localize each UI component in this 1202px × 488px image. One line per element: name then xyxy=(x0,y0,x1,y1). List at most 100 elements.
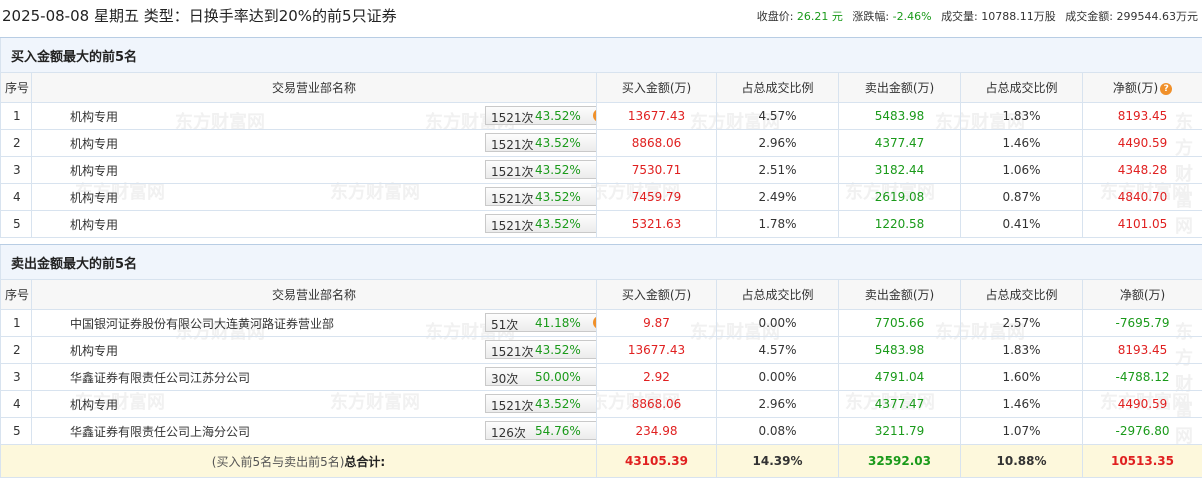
column-header: 买入金额(万) xyxy=(596,72,717,103)
sell-amount: 2619.08 xyxy=(838,183,961,211)
buy-amount: 234.98 xyxy=(596,417,717,445)
column-header: 卖出金额(万) xyxy=(838,72,961,103)
section-title: 卖出金额最大的前5名 xyxy=(0,244,1202,280)
table-row: 2 机构专用 1521次 43.52% 8868.06 2.96% 4377.4… xyxy=(0,129,1202,157)
buy-percent: 1.78% xyxy=(716,210,839,238)
sell-amount: 7705.66 xyxy=(838,309,961,337)
win-rate: 43.52% xyxy=(535,397,581,411)
win-rate: 50.00% xyxy=(535,370,581,384)
win-rate: 43.52% xyxy=(535,343,581,357)
broker-stats-button[interactable]: 126次 54.76% xyxy=(485,421,596,440)
row-index: 5 xyxy=(0,210,32,238)
broker-name-link[interactable]: 机构专用 xyxy=(70,137,118,151)
sell-percent: 1.83% xyxy=(960,102,1083,130)
sell-percent: 1.46% xyxy=(960,390,1083,418)
broker-name-link[interactable]: 机构专用 xyxy=(70,344,118,358)
sell-amount: 5483.98 xyxy=(838,102,961,130)
row-index: 2 xyxy=(0,129,32,157)
broker-stats-button[interactable]: 1521次 43.52% xyxy=(485,394,596,413)
broker-name-link[interactable]: 机构专用 xyxy=(70,110,118,124)
sell-amount: 1220.58 xyxy=(838,210,961,238)
column-header-label: 序号 xyxy=(5,288,30,302)
table-row: 2 机构专用 1521次 43.52% 13677.43 4.57% 5483.… xyxy=(0,336,1202,364)
total-sell: 32592.03 xyxy=(838,444,961,478)
change-label: 涨跌幅: xyxy=(852,10,890,23)
broker-stats-button[interactable]: 30次 50.00% xyxy=(485,367,596,386)
broker-name-link[interactable]: 华鑫证券有限责任公司江苏分公司 xyxy=(70,371,250,385)
sell-amount: 3182.44 xyxy=(838,156,961,184)
broker-name-link[interactable]: 机构专用 xyxy=(70,398,118,412)
column-header: 序号 xyxy=(0,72,32,103)
close-label: 收盘价: xyxy=(756,10,794,23)
sell-amount: 4377.47 xyxy=(838,129,961,157)
table-row: 3 华鑫证券有限责任公司江苏分公司 30次 50.00% 2.92 0.00% … xyxy=(0,363,1202,391)
column-header-label: 买入金额(万) xyxy=(621,288,692,302)
win-rate: 54.76% xyxy=(535,424,581,438)
column-header: 交易营业部名称 xyxy=(31,72,597,103)
help-icon[interactable]: ? xyxy=(1160,83,1173,95)
broker-stats-button[interactable]: 1521次 43.52% xyxy=(485,187,596,206)
broker-cell: 机构专用 1521次 43.52% xyxy=(31,390,597,418)
column-header: 占总成交比例 xyxy=(716,72,839,103)
column-header: 占总成交比例 xyxy=(960,279,1083,310)
table-row: 1 机构专用 1521次 43.52% ? 13677.43 4.57% 548… xyxy=(0,102,1202,130)
buy-percent: 4.57% xyxy=(716,102,839,130)
broker-name-link[interactable]: 华鑫证券有限责任公司上海分公司 xyxy=(70,425,250,439)
buy-top5-table: 买入金额最大的前5名 序号 交易营业部名称 买入金额(万) 占总成交比例 卖出金额(万) 占… xyxy=(0,37,1202,238)
win-rate: 43.52% xyxy=(535,136,581,150)
column-header-label: 占总成交比例 xyxy=(741,288,814,302)
total-net: 10513.35 xyxy=(1082,444,1202,478)
broker-name-link[interactable]: 中国银河证券股份有限公司大连黄河路证券营业部 xyxy=(70,317,334,331)
broker-stats-button[interactable]: 1521次 43.52% xyxy=(485,133,596,152)
sell-percent: 0.41% xyxy=(960,210,1083,238)
total-buy-percent: 14.39% xyxy=(716,444,839,478)
question-icon[interactable]: ? xyxy=(593,109,596,122)
page-title: 2025-08-08 星期五 类型：日换手率达到20%的前5只证券 xyxy=(2,7,397,25)
broker-cell: 机构专用 1521次 43.52% xyxy=(31,210,597,238)
buy-amount: 13677.43 xyxy=(596,336,717,364)
close-value: 26.21 元 xyxy=(797,10,843,23)
appearance-count: 1521次 xyxy=(491,399,534,413)
sell-percent: 1.60% xyxy=(960,363,1083,391)
sell-percent: 1.83% xyxy=(960,336,1083,364)
broker-stats-button[interactable]: 1521次 43.52% xyxy=(485,340,596,359)
question-icon[interactable]: ? xyxy=(593,316,596,329)
buy-amount: 8868.06 xyxy=(596,129,717,157)
sell-top5-table: 卖出金额最大的前5名 序号 交易营业部名称 买入金额(万) 占总成交比例 卖出金额(万) 占… xyxy=(0,244,1202,478)
win-rate: 43.52% xyxy=(535,217,581,231)
broker-stats-button[interactable]: 1521次 43.52% xyxy=(485,214,596,233)
buy-percent: 2.96% xyxy=(716,129,839,157)
buy-percent: 0.08% xyxy=(716,417,839,445)
net-amount: 8193.45 xyxy=(1082,102,1202,130)
broker-name-link[interactable]: 机构专用 xyxy=(70,164,118,178)
broker-name-link[interactable]: 机构专用 xyxy=(70,218,118,232)
broker-cell: 中国银河证券股份有限公司大连黄河路证券营业部 51次 41.18% ? xyxy=(31,309,597,337)
buy-amount: 13677.43 xyxy=(596,102,717,130)
buy-amount: 8868.06 xyxy=(596,390,717,418)
section-title: 买入金额最大的前5名 xyxy=(0,37,1202,73)
column-header-label: 序号 xyxy=(5,81,30,95)
row-index: 4 xyxy=(0,183,32,211)
broker-cell: 机构专用 1521次 43.52% xyxy=(31,156,597,184)
column-header-label: 占总成交比例 xyxy=(985,81,1058,95)
close-price: 26.21 xyxy=(796,10,829,23)
totals-label: (买入前5名与卖出前5名)总合计: xyxy=(0,444,597,478)
column-header: 占总成交比例 xyxy=(716,279,839,310)
section-title-row: 买入金额最大的前5名 xyxy=(0,37,1202,73)
column-header-label: 买入金额(万) xyxy=(621,81,692,95)
sell-amount: 4377.47 xyxy=(838,390,961,418)
broker-stats-button[interactable]: 1521次 43.52% ? xyxy=(485,106,596,125)
broker-stats-button[interactable]: 1521次 43.52% xyxy=(485,160,596,179)
net-amount: 8193.45 xyxy=(1082,336,1202,364)
win-rate: 41.18% xyxy=(535,316,581,330)
broker-name-link[interactable]: 机构专用 xyxy=(70,191,118,205)
broker-stats-button[interactable]: 51次 41.18% ? xyxy=(485,313,596,332)
totals-row: (买入前5名与卖出前5名)总合计: 43105.39 14.39% 32592.… xyxy=(0,444,1202,478)
volume-value: 10788.11万股 xyxy=(981,10,1056,23)
sell-amount: 5483.98 xyxy=(838,336,961,364)
column-header: 净额(万)? xyxy=(1082,72,1202,103)
row-index: 5 xyxy=(0,417,32,445)
column-header-label: 净额(万) xyxy=(1112,81,1159,95)
buy-amount: 7530.71 xyxy=(596,156,717,184)
close-unit: 元 xyxy=(831,10,843,23)
